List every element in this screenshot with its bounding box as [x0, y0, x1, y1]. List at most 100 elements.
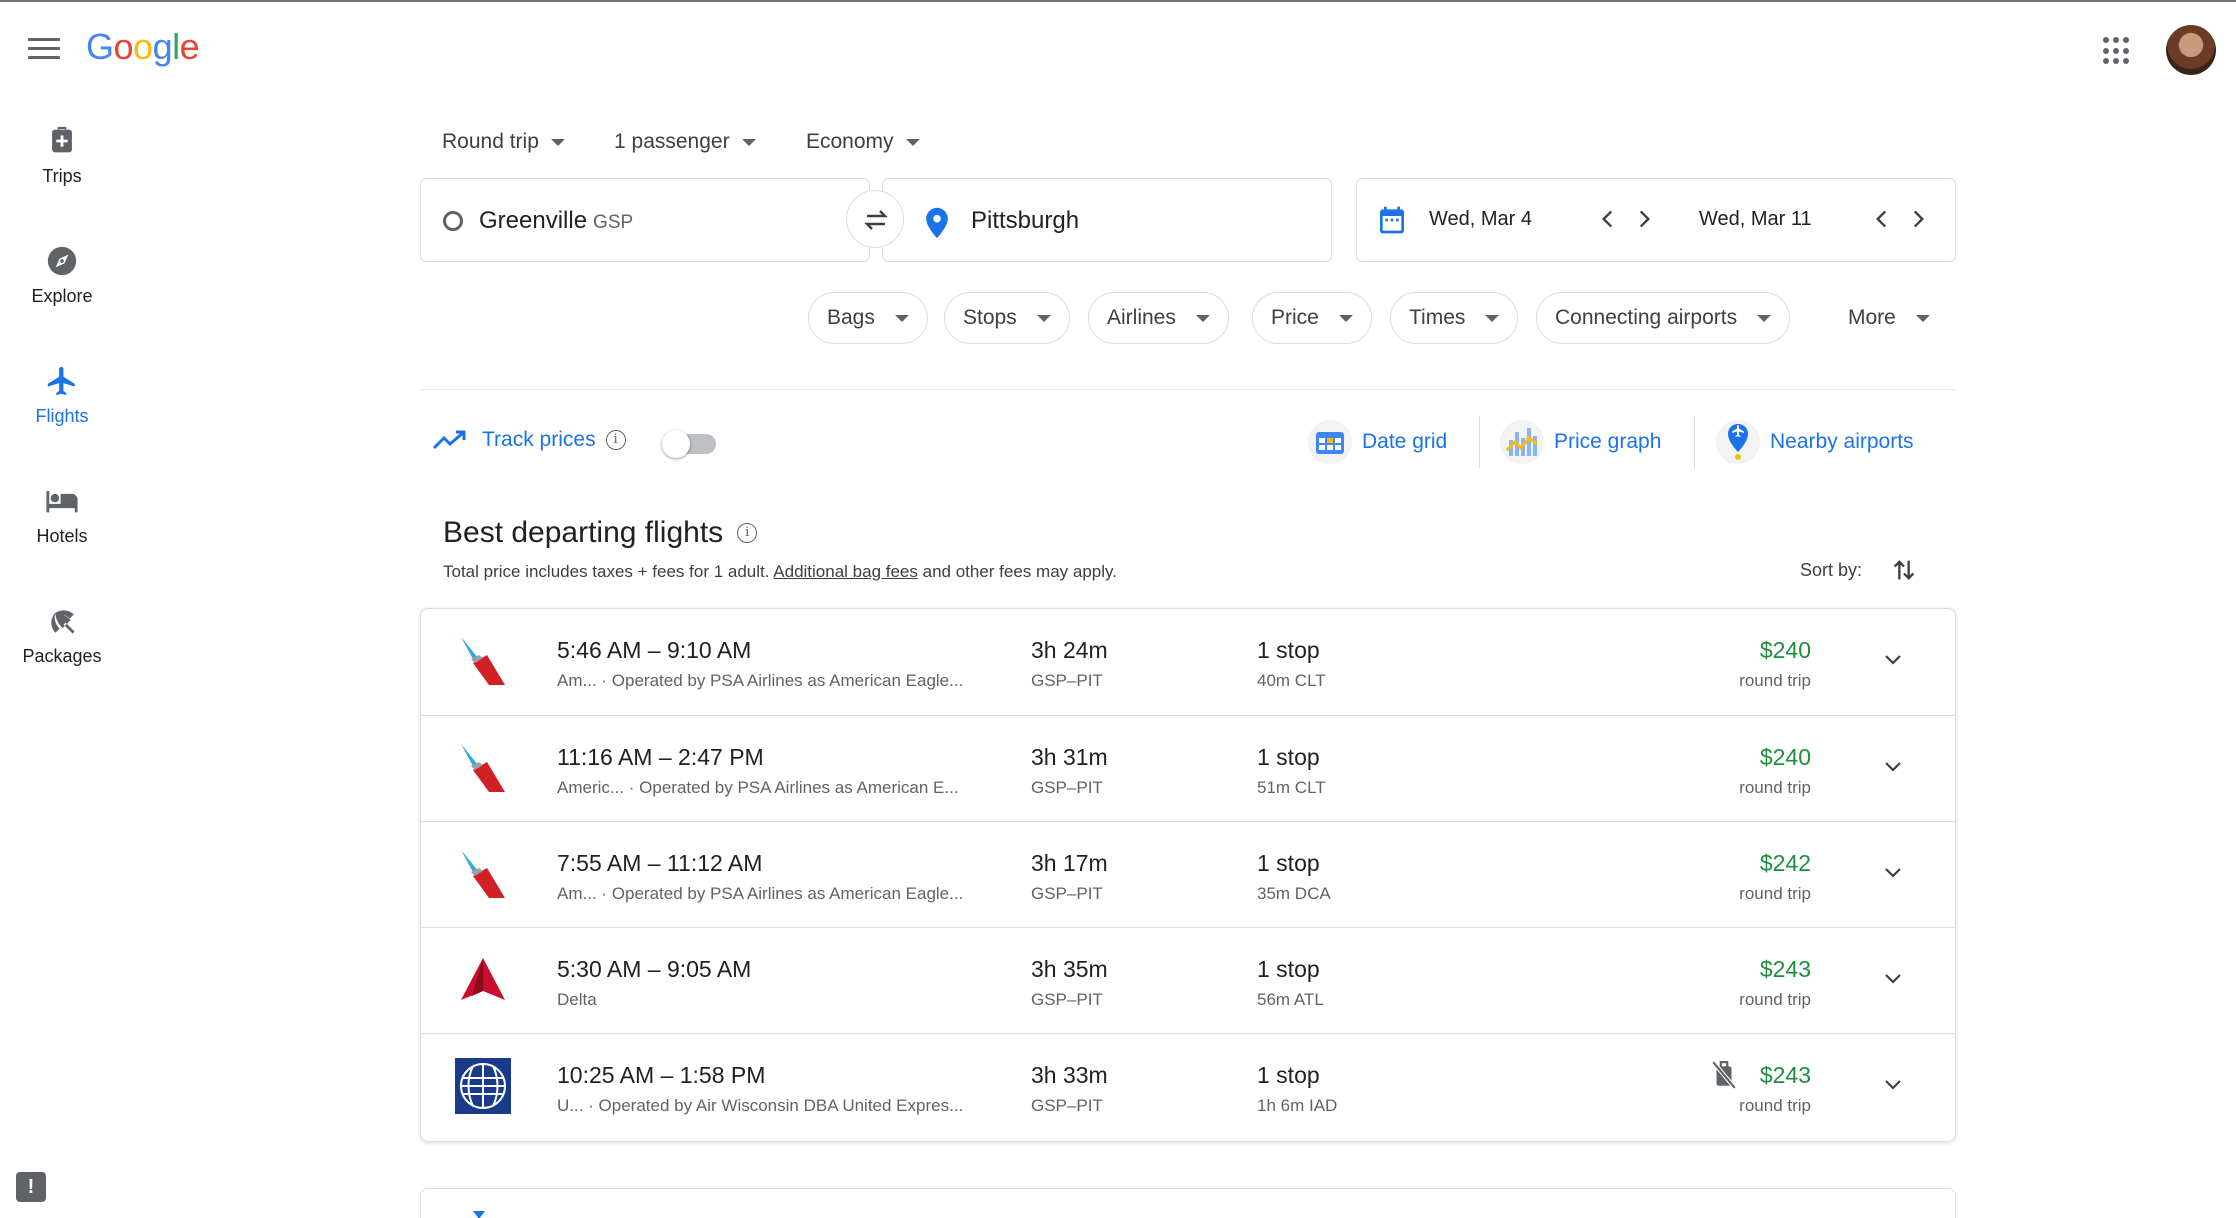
expand-chevron-icon[interactable] [1881, 966, 1905, 990]
track-prices-toggle[interactable] [662, 430, 716, 458]
section-title: Best departing flights i [443, 516, 758, 550]
filter-more[interactable]: More [1830, 292, 1948, 344]
nav-label-hotels: Hotels [36, 526, 88, 546]
flight-row[interactable]: 5:30 AM – 9:05 AM Delta 3h 35m GSP–PIT 1 sto… [421, 927, 1955, 1033]
section-title-text: Best departing flights [443, 516, 724, 549]
caret-down-icon [1757, 314, 1772, 322]
filter-bags[interactable]: Bags [808, 292, 928, 344]
origin-circle-icon [443, 211, 463, 231]
filter-times[interactable]: Times [1390, 292, 1519, 344]
logo-letter: o [133, 26, 153, 67]
flight-airline: Am... · Operated by PSA Airlines as Amer… [557, 671, 964, 690]
nav-packages[interactable]: Packages [0, 604, 124, 667]
flight-trip-type: round trip [1739, 884, 1811, 903]
origin-field[interactable]: Greenville GSP [420, 178, 870, 262]
cabin-class-select[interactable]: Economy [806, 130, 920, 154]
section-note: Total price includes taxes + fees for 1 … [443, 562, 1117, 582]
nav-flights[interactable]: Flights [0, 364, 124, 427]
nearby-airports-label: Nearby airports [1770, 430, 1914, 453]
price-graph-label: Price graph [1554, 430, 1662, 453]
account-avatar[interactable] [2166, 25, 2216, 75]
flight-route: GSP–PIT [1031, 778, 1103, 797]
american-airlines-logo [455, 633, 511, 689]
caret-down-icon [741, 138, 756, 146]
caret-down-icon [1036, 314, 1051, 322]
flight-stops: 1 stop [1257, 1062, 1320, 1088]
tool-separator [1694, 416, 1695, 468]
apps-grid-icon[interactable] [2103, 37, 2131, 65]
expand-chevron-icon[interactable] [1881, 754, 1905, 778]
info-icon[interactable]: i [605, 430, 626, 450]
track-prices-button[interactable]: Track prices i [432, 428, 626, 452]
flight-times: 7:55 AM – 11:12 AM [557, 850, 763, 876]
flight-duration: 3h 24m [1031, 637, 1108, 663]
flight-price: $242 [1759, 850, 1811, 876]
flight-airline: Delta [557, 990, 597, 1009]
depart-prev-day-button[interactable] [1595, 206, 1621, 232]
tool-separator [1479, 416, 1480, 468]
swap-arrows-icon [864, 210, 888, 230]
main-menu-icon[interactable] [28, 38, 60, 62]
flight-trip-type: round trip [1739, 671, 1811, 690]
passengers-select[interactable]: 1 passenger [614, 130, 756, 154]
passengers-value: 1 passenger [614, 130, 730, 153]
filter-price[interactable]: Price [1252, 292, 1372, 344]
section-divider [420, 389, 1956, 390]
filter-stops[interactable]: Stops [944, 292, 1070, 344]
return-date-value[interactable]: Wed, Mar 11 [1699, 208, 1812, 231]
luggage-icon [45, 124, 79, 158]
filter-connecting-airports[interactable]: Connecting airports [1536, 292, 1791, 344]
swap-locations-button[interactable] [846, 190, 904, 248]
return-next-day-button[interactable] [1905, 206, 1931, 232]
trip-type-value: Round trip [442, 130, 539, 153]
cabin-class-value: Economy [806, 130, 894, 153]
flight-row[interactable]: 10:25 AM – 1:58 PM U... · Operated by Air… [421, 1033, 1955, 1141]
note-text: Total price includes taxes + fees for 1 … [443, 562, 774, 581]
nav-explore[interactable]: Explore [0, 244, 124, 307]
nav-hotels[interactable]: Hotels [0, 484, 124, 547]
bag-fees-link[interactable]: Additional bag fees [773, 562, 918, 581]
flight-row[interactable]: 5:46 AM – 9:10 AM Am... · Operated by PSA… [421, 609, 1955, 715]
return-prev-day-button[interactable] [1869, 206, 1895, 232]
flight-row[interactable]: 7:55 AM – 11:12 AM Am... · Operated by PS… [421, 821, 1955, 927]
flight-row[interactable]: 11:16 AM – 2:47 PM Americ... · Operated b… [421, 715, 1955, 821]
sort-icon[interactable] [1890, 556, 1918, 589]
chevron-right-icon [1913, 210, 1925, 228]
depart-next-day-button[interactable] [1631, 206, 1657, 232]
flight-price: $240 [1759, 744, 1811, 770]
info-icon[interactable]: i [737, 523, 758, 543]
google-logo[interactable]: Google [86, 26, 200, 68]
nearby-airports-button[interactable]: Nearby airports [1716, 420, 1914, 464]
depart-date-value[interactable]: Wed, Mar 4 [1429, 208, 1532, 231]
filter-label: Airlines [1107, 306, 1176, 329]
flight-trip-type: round trip [1739, 1096, 1811, 1115]
nav-label-trips: Trips [42, 166, 82, 186]
no-carry-on-bag-icon [1711, 1060, 1737, 1095]
flight-stops: 1 stop [1257, 956, 1320, 982]
flight-price: $243 [1759, 956, 1811, 982]
price-graph-button[interactable]: Price graph [1500, 420, 1661, 464]
filter-airlines[interactable]: Airlines [1088, 292, 1229, 344]
logo-letter: g [152, 26, 173, 67]
expand-chevron-icon[interactable] [1881, 1072, 1905, 1096]
feedback-icon[interactable]: ! [16, 1172, 46, 1202]
expand-chevron-icon[interactable] [1881, 860, 1905, 884]
triangle-icon [473, 1211, 485, 1218]
caret-down-icon [905, 138, 920, 146]
filter-label: Price [1271, 306, 1319, 329]
trip-type-select[interactable]: Round trip [442, 130, 565, 154]
caret-down-icon [1195, 314, 1210, 322]
filter-label: Connecting airports [1555, 306, 1738, 329]
filter-label: Stops [963, 306, 1017, 329]
date-grid-icon [1308, 420, 1352, 464]
compass-icon [45, 244, 79, 278]
nav-trips[interactable]: Trips [0, 124, 124, 187]
bed-icon [45, 484, 79, 518]
flight-airline: Americ... · Operated by PSA Airlines as … [557, 778, 959, 797]
trending-up-icon [432, 430, 466, 450]
date-grid-button[interactable]: Date grid [1308, 420, 1447, 464]
flight-duration: 3h 35m [1031, 956, 1108, 982]
expand-chevron-icon[interactable] [1881, 647, 1905, 671]
date-grid-label: Date grid [1362, 430, 1448, 453]
origin-code: GSP [593, 212, 634, 233]
